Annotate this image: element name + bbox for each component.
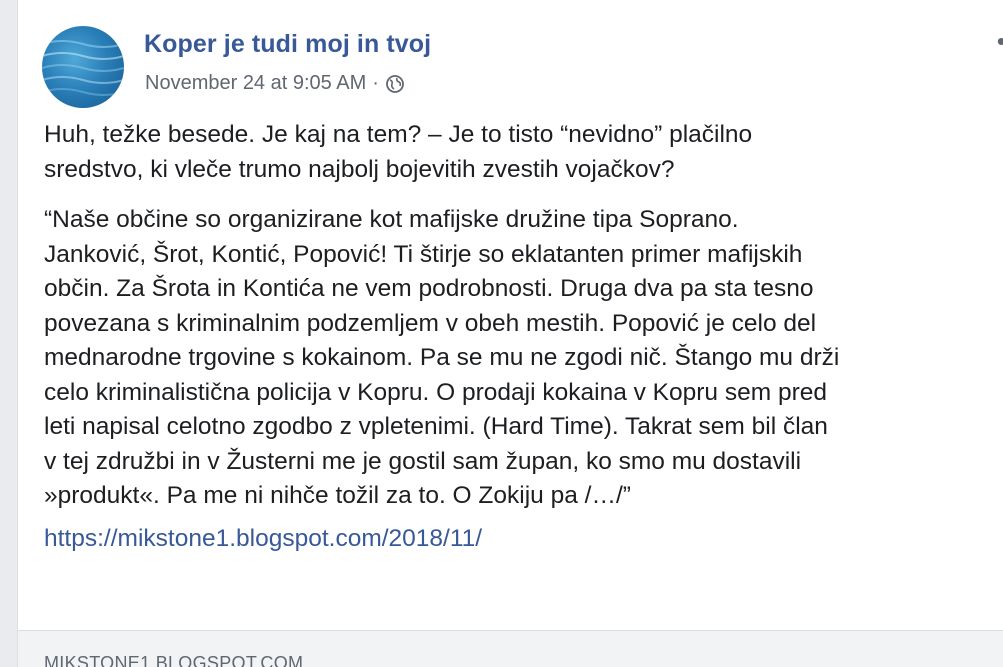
post-header: Koper je tudi moj in tvoj November 24 at… xyxy=(42,20,1003,110)
avatar-water-image xyxy=(42,40,124,96)
preview-domain: MIKSTONE1.BLOGSPOT.COM xyxy=(44,653,304,667)
globe-icon[interactable] xyxy=(385,74,405,94)
post-meta: November 24 at 9:05 AM · xyxy=(145,72,405,95)
page-avatar[interactable] xyxy=(42,26,124,108)
more-options-icon[interactable]: •• xyxy=(997,28,1003,54)
link-preview-card[interactable]: MIKSTONE1.BLOGSPOT.COM xyxy=(18,630,1003,667)
facebook-post: Koper je tudi moj in tvoj November 24 at… xyxy=(17,0,1003,667)
meta-separator: · xyxy=(372,72,379,94)
page-name-link[interactable]: Koper je tudi moj in tvoj xyxy=(144,30,431,59)
post-intro-text: Huh, težke besede. Je kaj na tem? – Je t… xyxy=(44,121,753,183)
post-timestamp[interactable]: November 24 at 9:05 AM xyxy=(145,72,366,95)
post-quote-text: “Naše občine so organizirane kot mafijsk… xyxy=(44,206,840,509)
post-body: Huh, težke besede. Je kaj na tem? – Je t… xyxy=(44,118,999,556)
post-link[interactable]: https://mikstone1.blogspot.com/2018/11/ xyxy=(44,522,999,557)
